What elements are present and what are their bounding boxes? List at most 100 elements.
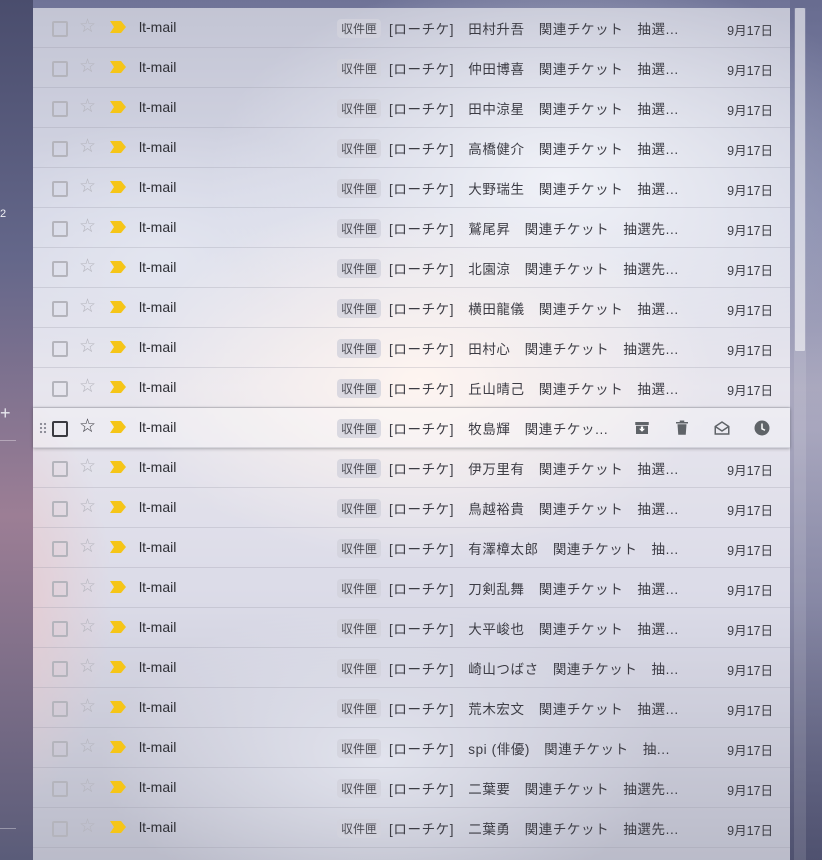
email-row[interactable]: ☆ lt-mail 収件匣 [ローチケ] 荒木宏文 関連チケット 抽選... 9… <box>33 688 790 728</box>
important-marker-icon[interactable] <box>110 421 126 433</box>
star-icon[interactable]: ☆ <box>79 617 96 637</box>
inbox-label-chip[interactable]: 収件匣 <box>337 418 382 438</box>
important-marker-icon[interactable] <box>110 301 126 313</box>
select-checkbox[interactable] <box>52 501 68 517</box>
inbox-label-chip[interactable]: 収件匣 <box>337 498 382 518</box>
add-label-button[interactable]: + <box>0 404 11 422</box>
important-marker-icon[interactable] <box>110 821 126 833</box>
important-marker-icon[interactable] <box>110 141 126 153</box>
select-checkbox[interactable] <box>52 541 68 557</box>
important-marker-icon[interactable] <box>110 661 126 673</box>
star-icon[interactable]: ☆ <box>79 457 96 477</box>
inbox-label-chip[interactable]: 収件匣 <box>337 538 382 558</box>
inbox-label-chip[interactable]: 収件匣 <box>337 138 382 158</box>
inbox-label-chip[interactable]: 収件匣 <box>337 298 382 318</box>
inbox-label-chip[interactable]: 収件匣 <box>337 98 382 118</box>
inbox-label-chip[interactable]: 収件匣 <box>337 218 382 238</box>
star-icon[interactable]: ☆ <box>79 377 96 397</box>
email-row[interactable]: ☆ lt-mail 収件匣 [ローチケ] 崎山つばさ 関連チケット 抽... 9… <box>33 648 790 688</box>
select-checkbox[interactable] <box>52 381 68 397</box>
star-icon[interactable]: ☆ <box>79 137 96 157</box>
important-marker-icon[interactable] <box>110 181 126 193</box>
select-checkbox[interactable] <box>52 21 68 37</box>
email-row[interactable]: ☆ lt-mail 収件匣 [ローチケ] 鷲尾昇 関連チケット 抽選先... 9… <box>33 208 790 248</box>
star-icon[interactable]: ☆ <box>79 17 96 37</box>
email-row[interactable]: ☆ lt-mail 収件匣 [ローチケ] 二葉勇 関連チケット 抽選先... 9… <box>33 808 790 848</box>
scrollbar-thumb[interactable] <box>795 8 805 351</box>
drag-handle-icon[interactable] <box>39 422 47 434</box>
important-marker-icon[interactable] <box>110 581 126 593</box>
important-marker-icon[interactable] <box>110 221 126 233</box>
star-icon[interactable]: ☆ <box>79 57 96 77</box>
email-row[interactable]: ☆ lt-mail 収件匣 [ローチケ] 刀剣乱舞 関連チケット 抽選... 9… <box>33 568 790 608</box>
star-icon[interactable]: ☆ <box>79 537 96 557</box>
select-checkbox[interactable] <box>52 61 68 77</box>
inbox-label-chip[interactable]: 収件匣 <box>337 658 382 678</box>
trash-icon[interactable] <box>672 418 692 438</box>
inbox-label-chip[interactable]: 収件匣 <box>337 18 382 38</box>
inbox-label-chip[interactable]: 収件匣 <box>337 738 382 758</box>
important-marker-icon[interactable] <box>110 101 126 113</box>
mark-as-read-icon[interactable] <box>712 418 732 438</box>
star-icon[interactable]: ☆ <box>79 257 96 277</box>
inbox-label-chip[interactable]: 収件匣 <box>337 818 382 838</box>
email-row[interactable]: ☆ lt-mail 収件匣 [ローチケ] 大野瑞生 関連チケット 抽選... 9… <box>33 168 790 208</box>
important-marker-icon[interactable] <box>110 61 126 73</box>
email-row[interactable]: ☆ lt-mail 収件匣 [ローチケ] 仲田博喜 関連チケット 抽選... 9… <box>33 48 790 88</box>
select-checkbox[interactable] <box>52 741 68 757</box>
important-marker-icon[interactable] <box>110 21 126 33</box>
email-row[interactable]: ☆ lt-mail 収件匣 [ローチケ] spi (俳優) 関連チケット 抽..… <box>33 728 790 768</box>
select-checkbox[interactable] <box>52 101 68 117</box>
email-row[interactable]: ☆ lt-mail 収件匣 [ローチケ] 伊万里有 関連チケット 抽選... 9… <box>33 448 790 488</box>
inbox-label-chip[interactable]: 収件匣 <box>337 338 382 358</box>
star-icon[interactable]: ☆ <box>79 297 96 317</box>
inbox-label-chip[interactable]: 収件匣 <box>337 58 382 78</box>
email-row[interactable]: ☆ lt-mail 収件匣 [ローチケ] 北園涼 関連チケット 抽選先... 9… <box>33 248 790 288</box>
important-marker-icon[interactable] <box>110 341 126 353</box>
star-icon[interactable]: ☆ <box>79 737 96 757</box>
select-checkbox[interactable] <box>52 261 68 277</box>
email-row[interactable]: ☆ lt-mail 収件匣 [ローチケ] 田村心 関連チケット 抽選先... 9… <box>33 328 790 368</box>
inbox-label-chip[interactable]: 収件匣 <box>337 778 382 798</box>
select-checkbox[interactable] <box>52 341 68 357</box>
star-icon[interactable]: ☆ <box>79 217 96 237</box>
select-checkbox[interactable] <box>52 181 68 197</box>
select-checkbox[interactable] <box>52 421 68 437</box>
email-row[interactable]: ☆ lt-mail 収件匣 [ローチケ] 丘山晴己 関連チケット 抽選... 9… <box>33 368 790 408</box>
important-marker-icon[interactable] <box>110 261 126 273</box>
important-marker-icon[interactable] <box>110 741 126 753</box>
archive-icon[interactable] <box>632 418 652 438</box>
star-icon[interactable]: ☆ <box>79 777 96 797</box>
email-row[interactable]: ☆ lt-mail 収件匣 [ローチケ] 高橋健介 関連チケット 抽選... 9… <box>33 128 790 168</box>
star-icon[interactable]: ☆ <box>79 497 96 517</box>
important-marker-icon[interactable] <box>110 621 126 633</box>
inbox-label-chip[interactable]: 収件匣 <box>337 698 382 718</box>
select-checkbox[interactable] <box>52 821 68 837</box>
email-row[interactable]: ☆ lt-mail 収件匣 [ローチケ] 鳥越裕貴 関連チケット 抽選... 9… <box>33 488 790 528</box>
star-icon[interactable]: ☆ <box>79 97 96 117</box>
email-row[interactable]: ☆ lt-mail 収件匣 [ローチケ] 牧島輝 関連チケッ... <box>33 408 790 448</box>
email-row[interactable]: ☆ lt-mail 収件匣 [ローチケ] 田村升吾 関連チケット 抽選... 9… <box>33 8 790 48</box>
important-marker-icon[interactable] <box>110 541 126 553</box>
star-icon[interactable]: ☆ <box>79 177 96 197</box>
select-checkbox[interactable] <box>52 581 68 597</box>
important-marker-icon[interactable] <box>110 501 126 513</box>
select-checkbox[interactable] <box>52 301 68 317</box>
inbox-label-chip[interactable]: 収件匣 <box>337 618 382 638</box>
star-icon[interactable]: ☆ <box>79 577 96 597</box>
select-checkbox[interactable] <box>52 461 68 477</box>
inbox-label-chip[interactable]: 収件匣 <box>337 258 382 278</box>
email-row[interactable]: ☆ lt-mail 収件匣 [ローチケ] 二葉要 関連チケット 抽選先... 9… <box>33 768 790 808</box>
email-row[interactable]: ☆ lt-mail 収件匣 [ローチケ] 有澤樟太郎 関連チケット 抽... 9… <box>33 528 790 568</box>
star-icon[interactable]: ☆ <box>79 337 96 357</box>
select-checkbox[interactable] <box>52 781 68 797</box>
star-icon[interactable]: ☆ <box>79 697 96 717</box>
email-row[interactable]: ☆ lt-mail 収件匣 [ローチケ] 大平峻也 関連チケット 抽選... 9… <box>33 608 790 648</box>
inbox-label-chip[interactable]: 収件匣 <box>337 458 382 478</box>
star-icon[interactable]: ☆ <box>79 417 96 437</box>
select-checkbox[interactable] <box>52 221 68 237</box>
select-checkbox[interactable] <box>52 141 68 157</box>
important-marker-icon[interactable] <box>110 381 126 393</box>
email-row[interactable]: ☆ lt-mail 収件匣 [ローチケ] 田中涼星 関連チケット 抽選... 9… <box>33 88 790 128</box>
select-checkbox[interactable] <box>52 621 68 637</box>
